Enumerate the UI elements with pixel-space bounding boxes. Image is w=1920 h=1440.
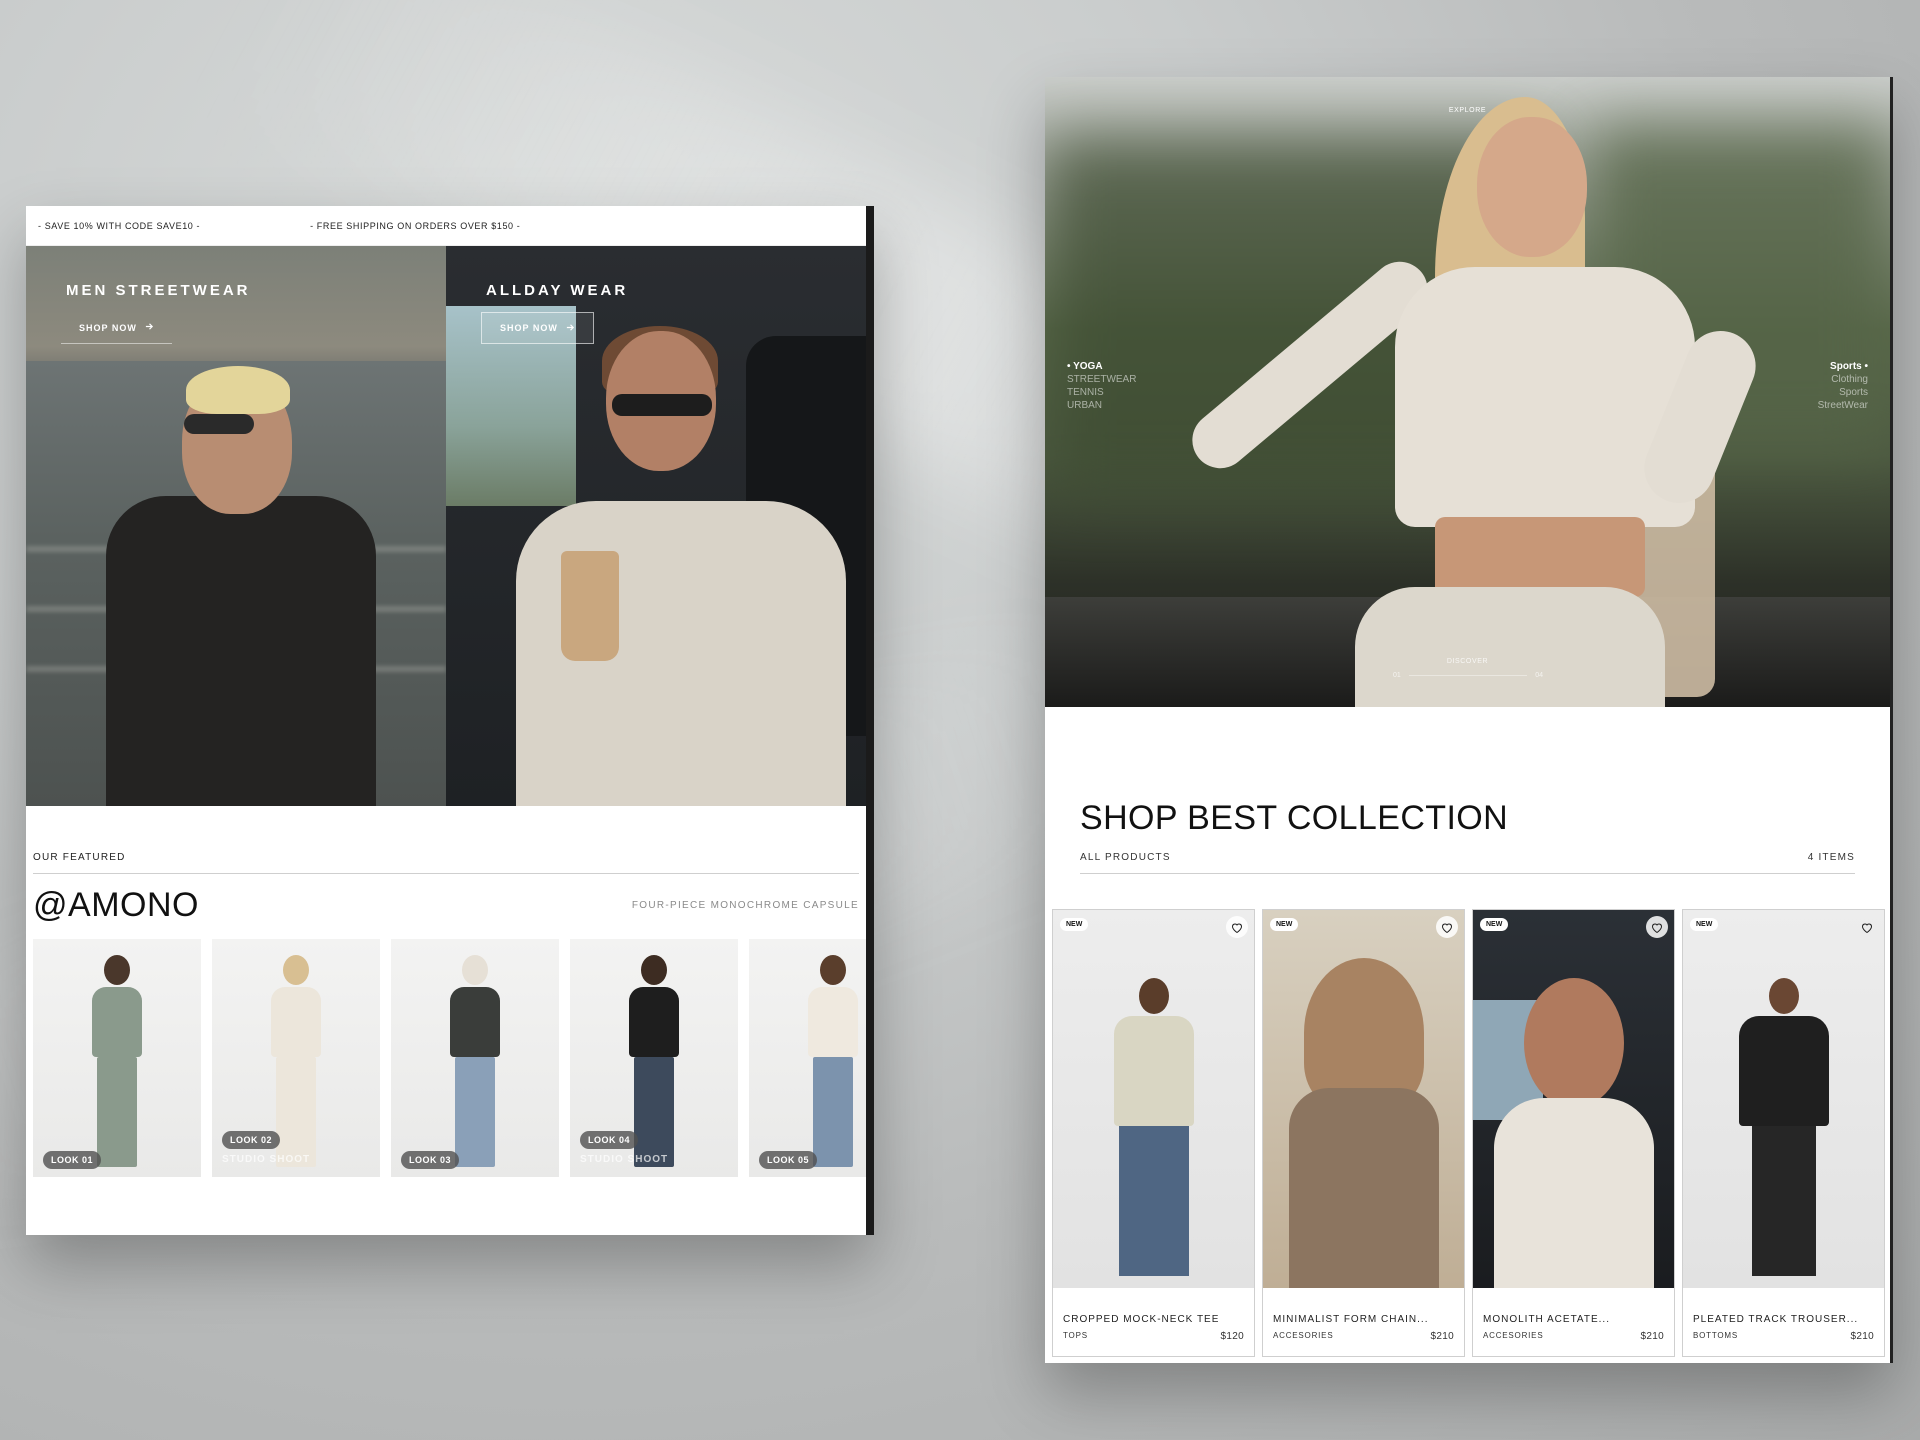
product-card[interactable]: NEW MONOLITH ACETATE... ACCESORIES $210 xyxy=(1472,909,1675,1357)
panel-title: ALLDAY WEAR xyxy=(486,282,629,299)
arrow-right-icon xyxy=(145,322,154,333)
category-menu-left: • YOGA STREETWEAR TENNIS URBAN xyxy=(1067,360,1136,412)
heart-icon[interactable] xyxy=(1436,916,1458,938)
hero-banner: EXPLORE • YOGA STREETWEAR TENNIS URBAN S… xyxy=(1045,77,1890,707)
product-name[interactable]: PLEATED TRACK TROUSER... xyxy=(1693,1314,1874,1325)
look-badge: LOOK 05 xyxy=(759,1151,818,1169)
shipping-text: - FREE SHIPPING ON ORDERS OVER $150 - xyxy=(310,220,521,231)
look-badge: LOOK 04 xyxy=(580,1131,639,1149)
model-photo xyxy=(1493,978,1654,1288)
shop-now-label: SHOP NOW xyxy=(79,322,137,333)
model-photo xyxy=(92,955,142,1167)
look-badge: LOOK 01 xyxy=(43,1151,102,1169)
menu-item-active[interactable]: Sports • xyxy=(1818,360,1868,373)
explore-link[interactable]: EXPLORE xyxy=(1449,107,1486,114)
product-category: TOPS xyxy=(1063,1331,1088,1340)
shop-now-label: SHOP NOW xyxy=(500,323,558,333)
heart-icon[interactable] xyxy=(1226,916,1248,938)
arrow-right-icon xyxy=(566,323,575,334)
announcement-bar: - SAVE 10% WITH CODE SAVE10 - - FREE SHI… xyxy=(26,206,866,246)
product-price: $120 xyxy=(1220,1331,1244,1342)
look-card[interactable]: LOOK 03 xyxy=(391,939,559,1177)
category-menu-right: Sports • Clothing Sports StreetWear xyxy=(1818,360,1868,412)
hero-split-banner: MEN STREETWEAR SHOP NOW ALLDAY WEAR SHOP… xyxy=(26,246,866,806)
new-badge: NEW xyxy=(1480,918,1509,931)
look-badge: LOOK 02 xyxy=(222,1131,281,1149)
heart-icon[interactable] xyxy=(1856,916,1878,938)
new-badge: NEW xyxy=(1060,918,1089,931)
all-products-filter[interactable]: ALL PRODUCTS xyxy=(1080,852,1171,863)
slide-start: 01 xyxy=(1393,672,1401,679)
model-photo xyxy=(808,955,858,1167)
hero-panel-allday-wear[interactable]: ALLDAY WEAR SHOP NOW xyxy=(446,246,866,806)
look-card[interactable]: LOOK 01 xyxy=(33,939,201,1177)
look-subtitle: STUDIO SHOOT xyxy=(580,1154,669,1165)
shop-now-button[interactable]: SHOP NOW xyxy=(61,312,172,344)
slide-track xyxy=(1408,675,1528,676)
product-price: $210 xyxy=(1850,1331,1874,1342)
look-card[interactable]: LOOK 04 STUDIO SHOOT xyxy=(570,939,738,1177)
panel-title: MEN STREETWEAR xyxy=(66,282,251,299)
section-label: OUR FEATURED xyxy=(33,852,859,874)
product-image: NEW xyxy=(1053,910,1254,1288)
model-photo xyxy=(1113,978,1194,1276)
featured-subtitle: FOUR-PIECE MONOCHROME CAPSULE xyxy=(631,900,859,911)
slide-end: 04 xyxy=(1535,672,1543,679)
product-category: BOTTOMS xyxy=(1693,1331,1739,1340)
collection-section: SHOP BEST COLLECTION ALL PRODUCTS 4 ITEM… xyxy=(1045,799,1890,1357)
product-price: $210 xyxy=(1640,1331,1664,1342)
product-image: NEW xyxy=(1683,910,1884,1288)
product-name[interactable]: CROPPED MOCK-NECK TEE xyxy=(1063,1314,1244,1325)
model-photo xyxy=(1288,958,1439,1288)
product-name[interactable]: MONOLITH ACETATE... xyxy=(1483,1314,1664,1325)
new-badge: NEW xyxy=(1270,918,1299,931)
product-name[interactable]: MINIMALIST FORM CHAIN... xyxy=(1273,1314,1454,1325)
look-subtitle: STUDIO SHOOT xyxy=(222,1154,311,1165)
menu-item[interactable]: Sports xyxy=(1818,386,1868,399)
product-price: $210 xyxy=(1430,1331,1454,1342)
product-card[interactable]: NEW PLEATED TRACK TROUSER... BOTTOMS $21… xyxy=(1682,909,1885,1357)
storefront-page-right: EXPLORE • YOGA STREETWEAR TENNIS URBAN S… xyxy=(1045,77,1893,1363)
menu-item[interactable]: URBAN xyxy=(1067,399,1136,412)
model-photo xyxy=(450,955,500,1167)
model-photo xyxy=(1738,978,1829,1276)
featured-section: OUR FEATURED @AMONO FOUR-PIECE MONOCHROM… xyxy=(26,806,866,1177)
look-card[interactable]: LOOK 05 xyxy=(749,939,866,1177)
shop-now-button[interactable]: SHOP NOW xyxy=(481,312,594,344)
featured-title: @AMONO xyxy=(33,886,199,924)
product-card[interactable]: NEW CROPPED MOCK-NECK TEE TOPS $120 xyxy=(1052,909,1255,1357)
heart-icon[interactable] xyxy=(1646,916,1668,938)
promo-code-text: - SAVE 10% WITH CODE SAVE10 - xyxy=(38,220,201,231)
new-badge: NEW xyxy=(1690,918,1719,931)
hero-panel-men-streetwear[interactable]: MEN STREETWEAR SHOP NOW xyxy=(26,246,446,806)
slide-progress[interactable]: 01 04 xyxy=(1393,672,1543,679)
storefront-page-left: - SAVE 10% WITH CODE SAVE10 - - FREE SHI… xyxy=(26,206,874,1235)
product-grid: NEW CROPPED MOCK-NECK TEE TOPS $120 NEW … xyxy=(1052,909,1890,1357)
item-count: 4 ITEMS xyxy=(1807,852,1855,863)
menu-item[interactable]: Clothing xyxy=(1818,373,1868,386)
product-category: ACCESORIES xyxy=(1273,1331,1334,1340)
product-image: NEW xyxy=(1473,910,1674,1288)
discover-label[interactable]: DISCOVER xyxy=(1447,658,1488,665)
menu-item-active[interactable]: • YOGA xyxy=(1067,360,1136,373)
look-badge: LOOK 03 xyxy=(401,1151,460,1169)
product-card[interactable]: NEW MINIMALIST FORM CHAIN... ACCESORIES … xyxy=(1262,909,1465,1357)
collection-title: SHOP BEST COLLECTION xyxy=(1080,799,1509,837)
looks-carousel[interactable]: LOOK 01 LOOK 02 STUDIO SHOOT LOOK 03 LOO… xyxy=(33,939,866,1177)
product-image: NEW xyxy=(1263,910,1464,1288)
menu-item[interactable]: StreetWear xyxy=(1818,399,1868,412)
menu-item[interactable]: TENNIS xyxy=(1067,386,1136,399)
menu-item[interactable]: STREETWEAR xyxy=(1067,373,1136,386)
look-card[interactable]: LOOK 02 STUDIO SHOOT xyxy=(212,939,380,1177)
product-category: ACCESORIES xyxy=(1483,1331,1544,1340)
